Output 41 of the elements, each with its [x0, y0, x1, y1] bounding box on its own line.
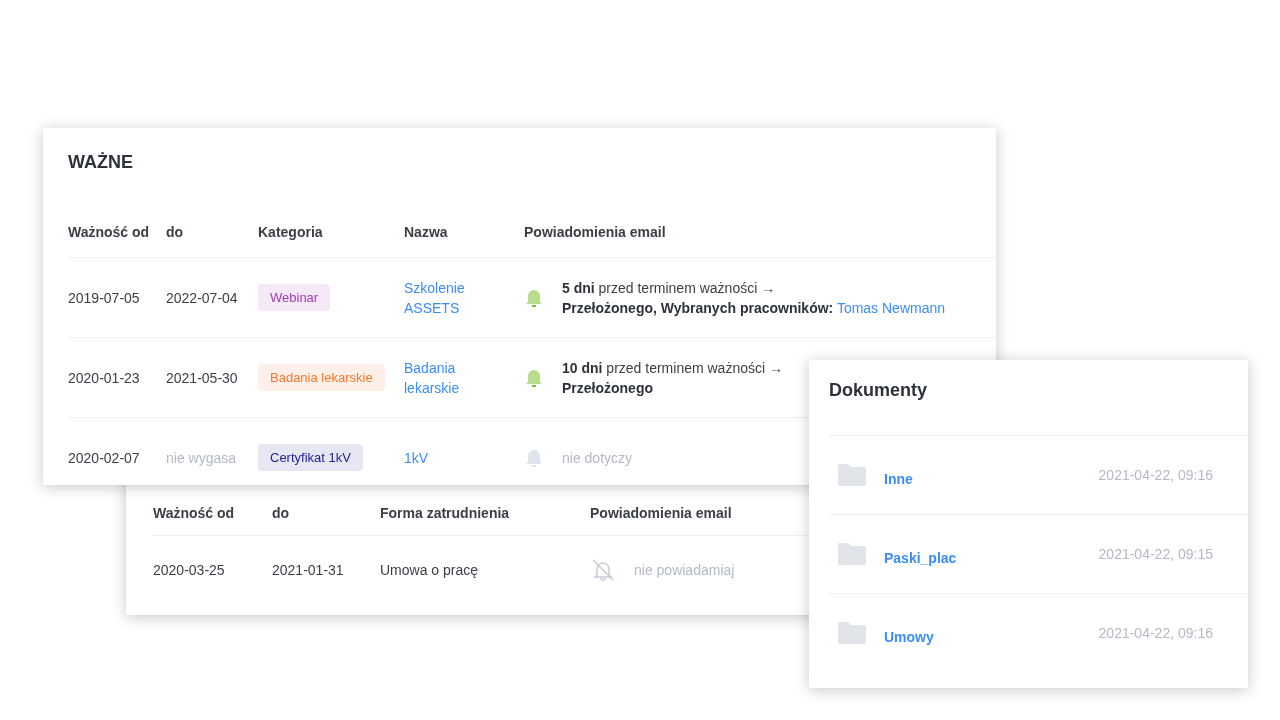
notification-text: nie powiadamiaj	[634, 562, 735, 578]
notification-text: 10 dni przed terminem ważności → Przełożonego	[562, 358, 783, 398]
column-header: Ważność od	[68, 224, 151, 240]
table-cell-text: nie wygasa	[166, 449, 238, 466]
table-cell-text: 2021-01-31	[272, 562, 345, 578]
column-header: Ważność od	[153, 504, 236, 521]
bell-off-icon	[590, 558, 616, 582]
table-cell-text: 2020-02-07	[68, 449, 141, 466]
column-header: do	[166, 224, 185, 240]
table-cell-text: 2022-07-04	[166, 289, 239, 306]
folder-date: 2021-04-22, 09:15	[1098, 546, 1213, 562]
table-cell-text: Umowa o pracę	[380, 562, 480, 578]
folder-date: 2021-04-22, 09:16	[1098, 625, 1213, 641]
column-header: do	[272, 504, 291, 521]
column-header: Powiadomienia email	[590, 504, 733, 521]
folder-date: 2021-04-22, 09:16	[1098, 467, 1213, 483]
recipient-link[interactable]: Tomas Newmann	[836, 299, 946, 316]
category-tag: Certyfikat 1kV	[258, 444, 363, 471]
column-header: Nazwa	[404, 224, 449, 240]
table-cell-text: 2020-01-23	[68, 369, 141, 386]
card-title: Dokumenty	[829, 380, 928, 401]
column-header: Powiadomienia email	[524, 224, 667, 240]
notification-text: nie dotyczy	[562, 449, 633, 466]
item-link[interactable]: 1kV	[404, 447, 484, 468]
folder-link[interactable]: Paski_plac	[884, 550, 957, 566]
folder-link[interactable]: Inne	[884, 471, 913, 487]
notification-text: 5 dni przed terminem ważności → Przełożonego, Wybranych pracowników: Tomas Newmann	[562, 278, 946, 318]
card-title: WAŻNE	[68, 152, 134, 173]
category-tag: Webinar	[258, 284, 331, 311]
table-cell-text: 2019-07-05	[68, 289, 141, 306]
folder-icon	[838, 622, 866, 644]
folder-icon	[838, 464, 866, 486]
column-header: Kategoria	[258, 224, 324, 240]
table-cell-text: 2021-05-30	[166, 369, 239, 386]
table-cell-text: 2020-03-25	[153, 562, 226, 578]
item-link[interactable]: Szkolenie ASSETS	[404, 277, 484, 318]
column-header: Forma zatrudnienia	[380, 504, 511, 521]
folder-link[interactable]: Umowy	[884, 629, 934, 645]
category-tag: Badania lekarskie	[258, 364, 385, 391]
item-link[interactable]: Badania lekarskie	[404, 357, 484, 398]
folder-icon	[838, 543, 866, 565]
